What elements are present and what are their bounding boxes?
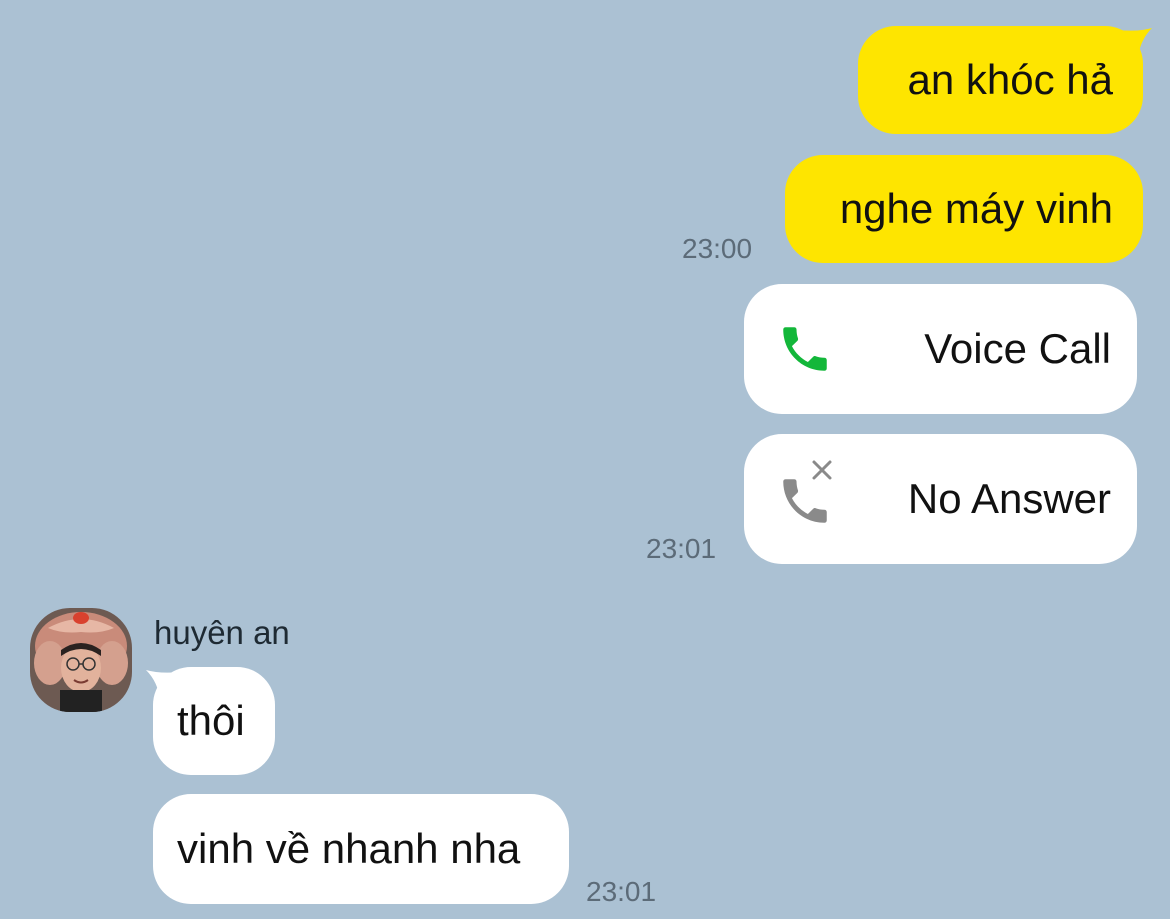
message-text: vinh về nhanh nha — [177, 825, 521, 872]
missed-call-icon — [776, 460, 838, 530]
message-timestamp: 23:01 — [586, 876, 657, 907]
message-text: nghe máy vinh — [839, 185, 1113, 232]
voice-call-card[interactable]: Voice Call — [744, 284, 1137, 414]
incoming-message[interactable]: vinh về nhanh nha — [153, 794, 569, 904]
phone-icon — [783, 327, 827, 371]
outgoing-message[interactable]: an khóc hả — [858, 26, 1143, 134]
call-label: Voice Call — [924, 325, 1111, 372]
message-timestamp: 23:01 — [646, 533, 717, 564]
avatar[interactable] — [30, 608, 132, 712]
missed-call-card[interactable]: No Answer — [744, 434, 1137, 564]
call-label: No Answer — [907, 475, 1111, 522]
incoming-message[interactable]: thôi — [153, 667, 275, 775]
outgoing-message[interactable]: nghe máy vinh — [785, 155, 1143, 263]
chat-view: an khóc hả nghe máy vinh 23:00 Voice Cal… — [0, 0, 1170, 919]
sender-name: huyên an — [154, 614, 290, 651]
message-text: thôi — [177, 697, 245, 744]
message-timestamp: 23:00 — [682, 233, 753, 264]
message-text: an khóc hả — [907, 56, 1114, 103]
